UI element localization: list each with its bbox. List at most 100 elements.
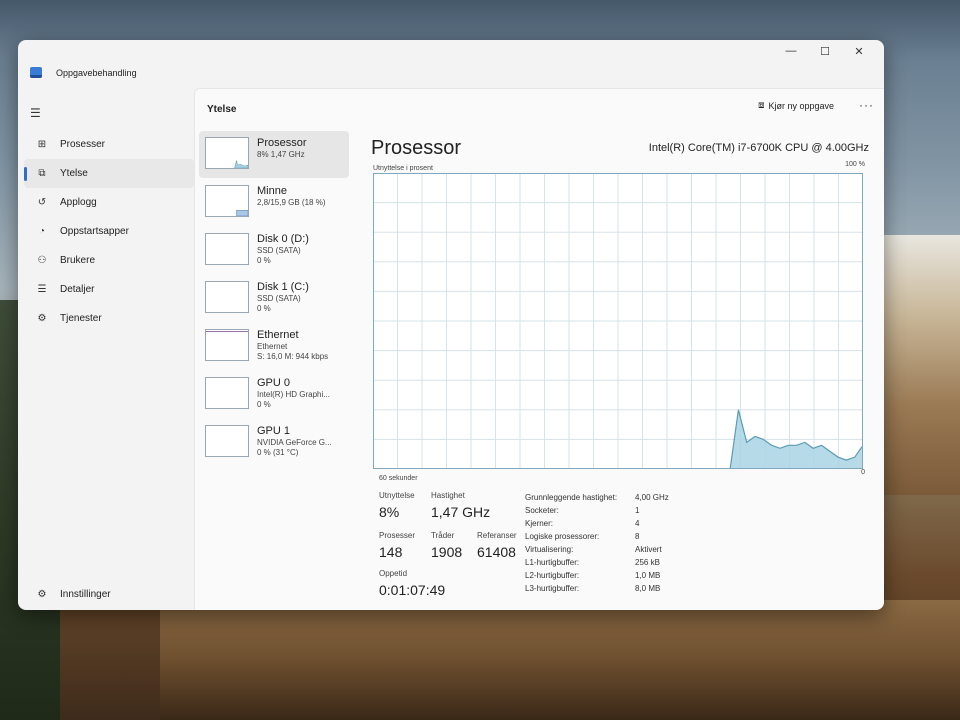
spec-value: 8 [635,532,640,541]
spec-row: L1-hurtigbuffer: 256 kB [525,556,705,569]
title-bar[interactable]: Oppgavebehandling — ☐ ✕ [18,40,884,88]
cpu-title: Prosessor [371,137,462,159]
device-detail: Intel(R) HD Graphi... [257,390,330,399]
performance-content: Ytelse ⧈ Kjør ny oppgave ··· Prosessor 8… [194,88,884,610]
device-detail: 0 % (31 °C) [257,448,299,457]
sidebar-item-label: Tjenester [60,313,102,324]
sidebar-item-startup-apps[interactable]: ◔ Oppstartsapper [24,217,194,246]
grid-icon: ⊞ [37,139,47,150]
device-item-gpu-1[interactable]: GPU 1 NVIDIA GeForce G... 0 % (31 °C) [199,419,349,466]
device-name: Minne [257,185,287,197]
cpu-detail-panel: Prosessor Intel(R) Core(TM) i7-6700K CPU… [357,131,877,601]
stat-speed: Hastighet 1,47 GHz [431,491,490,520]
settings-label: Innstillinger [60,589,111,600]
device-thumbnail-gpu-0 [205,377,249,409]
more-options-button[interactable]: ··· [859,98,874,112]
sidebar-item-details[interactable]: ☰ Detaljer [24,275,194,304]
sidebar-item-label: Applogg [60,197,97,208]
spec-label: Kjerner: [525,519,554,528]
device-thumbnail-ethernet [205,329,249,361]
spec-value: 8,0 MB [635,584,661,593]
device-detail: 2,8/15,9 GB (18 %) [257,198,326,207]
stat-value: 8% [379,504,400,520]
graph-min-label: 0 [861,469,865,476]
window-controls: — ☐ ✕ [774,42,876,60]
stat-threads: Tråder 1908 [431,531,462,560]
sidebar-item-services[interactable]: ⚙ Tjenester [24,304,194,333]
graph-label: Utnyttelse i prosent [373,165,433,172]
sidebar-item-label: Oppstartsapper [60,226,129,237]
sidebar: ☰ ⊞ Prosesser ⧉ Ytelse ↺ Applogg ◔ Oppst… [18,88,194,610]
spec-row: Grunnleggende hastighet: 4,00 GHz [525,491,705,504]
wallpaper-cliff [160,600,960,720]
sidebar-item-app-history[interactable]: ↺ Applogg [24,188,194,217]
stat-processes: Prosesser 148 [379,531,415,560]
device-item-disk-1[interactable]: Disk 1 (C:) SSD (SATA) 0 % [199,275,349,322]
speedometer-icon: ◔ [38,226,46,237]
device-detail: S: 16,0 M: 944 kbps [257,352,329,361]
spec-value: 1,0 MB [635,571,661,580]
device-item-cpu[interactable]: Prosessor 8% 1,47 GHz [199,131,349,178]
content-header: Ytelse ⧈ Kjør ny oppgave ··· [195,89,884,129]
app-title: Oppgavebehandling [56,68,137,78]
spec-value: Aktivert [635,545,662,554]
cpu-utilization-graph [373,173,863,469]
stat-value: 0:01:07:49 [379,582,446,598]
puzzle-icon: ⚙ [37,313,47,324]
device-detail: 8% 1,47 GHz [257,150,305,159]
device-item-ethernet[interactable]: Ethernet Ethernet S: 16,0 M: 944 kbps [199,323,349,370]
close-button[interactable]: ✕ [842,42,876,60]
task-manager-window: Oppgavebehandling — ☐ ✕ ☰ ⊞ Prosesser ⧉ … [18,40,884,610]
stat-handles: Referanser 61408 [477,531,517,560]
device-thumbnail-memory [205,185,249,217]
wallpaper-town [880,235,960,495]
device-name: Prosessor [257,137,307,149]
spec-value: 256 kB [635,558,660,567]
device-thumbnail-disk-0 [205,233,249,265]
spec-row: Socketer: 1 [525,504,705,517]
device-detail: Ethernet [257,342,288,351]
spec-value: 1 [635,506,640,515]
stat-label: Referanser [477,531,517,540]
sidebar-item-label: Prosesser [60,139,106,150]
device-detail: NVIDIA GeForce G... [257,438,332,447]
stat-label: Hastighet [431,491,465,500]
sidebar-item-users[interactable]: ⚇ Brukere [24,246,194,275]
minimize-button[interactable]: — [774,42,808,60]
cpu-model: Intel(R) Core(TM) i7-6700K CPU @ 4.00GHz [648,142,869,154]
spec-row: Virtualisering: Aktivert [525,543,705,556]
sidebar-nav: ⊞ Prosesser ⧉ Ytelse ↺ Applogg ◔ Oppstar… [24,130,194,333]
device-detail: 0 % [257,256,271,265]
spec-value: 4,00 GHz [635,493,669,502]
gear-icon: ⚙ [37,589,47,600]
device-detail: 0 % [257,400,271,409]
graph-time-label: 60 sekunder [379,475,418,482]
sidebar-item-label: Brukere [60,255,96,266]
run-new-task-button[interactable]: ⧈ Kjør ny oppgave [752,96,840,115]
stat-label: Oppetid [379,569,408,578]
spec-value: 4 [635,519,640,528]
sidebar-item-performance[interactable]: ⧉ Ytelse [24,159,194,188]
list-icon: ☰ [37,284,47,295]
device-item-gpu-0[interactable]: GPU 0 Intel(R) HD Graphi... 0 % [199,371,349,418]
device-thumbnail-gpu-1 [205,425,249,457]
maximize-button[interactable]: ☐ [808,42,842,60]
settings-button[interactable]: ⚙ Innstillinger [34,589,111,600]
hamburger-menu-icon[interactable]: ☰ [30,106,41,120]
spec-label: Socketer: [525,506,559,515]
cpu-specs: Grunnleggende hastighet: 4,00 GHz Socket… [525,491,705,595]
sidebar-item-processes[interactable]: ⊞ Prosesser [24,130,194,159]
device-item-memory[interactable]: Minne 2,8/15,9 GB (18 %) [199,179,349,226]
device-thumbnail-disk-1 [205,281,249,313]
stat-label: Utnyttelse [379,491,415,500]
page-title: Ytelse [207,104,237,115]
device-item-disk-0[interactable]: Disk 0 (D:) SSD (SATA) 0 % [199,227,349,274]
device-thumbnail-cpu [205,137,249,169]
stat-utilization: Utnyttelse 8% [379,491,415,520]
task-manager-app-icon [30,67,42,78]
device-name: Disk 0 (D:) [257,233,309,245]
device-list: Prosessor 8% 1,47 GHz Minne 2,8/15,9 GB … [199,131,349,467]
cpu-mini-graph [234,160,248,168]
stat-value: 61408 [477,544,516,560]
spec-label: Virtualisering: [525,545,574,554]
